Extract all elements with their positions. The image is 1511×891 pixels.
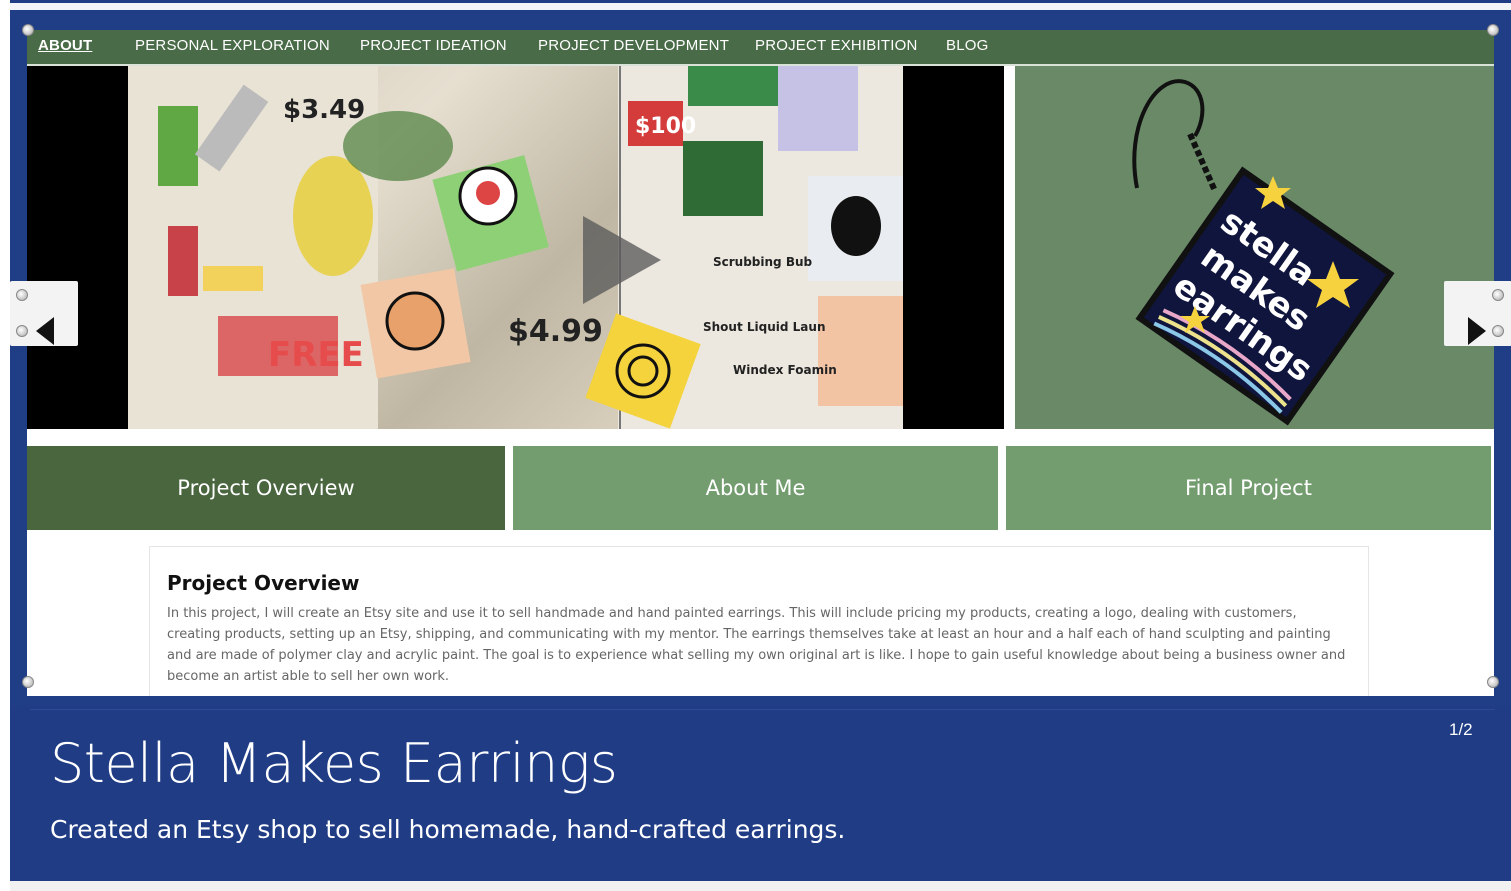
nav-item-project-exhibition[interactable]: PROJECT EXHIBITION — [755, 37, 918, 54]
video-thumbnail: FREE $100 $3.49 $4.99 Scrubbing Bub Shou… — [128, 66, 903, 429]
slide-caption: Stella Makes Earrings Created an Etsy sh… — [30, 709, 1495, 882]
tab-label: Project Overview — [177, 476, 355, 500]
overview-title: Project Overview — [167, 571, 360, 595]
video-player[interactable]: FREE $100 $3.49 $4.99 Scrubbing Bub Shou… — [27, 66, 1004, 429]
screw-icon — [1492, 325, 1504, 337]
tab-final-project[interactable]: Final Project — [1006, 446, 1491, 530]
tab-about-me[interactable]: About Me — [513, 446, 998, 530]
svg-text:Shout Liquid Laun: Shout Liquid Laun — [703, 320, 826, 334]
screw-icon — [1492, 289, 1504, 301]
play-icon[interactable] — [583, 216, 661, 304]
svg-text:Scrubbing Bub: Scrubbing Bub — [713, 255, 813, 269]
top-frame-edge — [10, 3, 1511, 10]
caption-subtitle: Created an Etsy shop to sell homemade, h… — [50, 815, 846, 844]
tab-label: About Me — [705, 476, 806, 500]
screw-icon — [16, 325, 28, 337]
craft-table-image: FREE $100 $3.49 $4.99 Scrubbing Bub Shou… — [128, 66, 903, 429]
nav-item-personal-exploration[interactable]: PERSONAL EXPLORATION — [135, 37, 330, 54]
website-screenshot: ABOUT PERSONAL EXPLORATION PROJECT IDEAT… — [27, 30, 1494, 696]
section-tabs: Project Overview About Me Final Project — [27, 446, 1494, 530]
svg-text:Windex Foamin: Windex Foamin — [733, 363, 837, 377]
nav-item-blog[interactable]: BLOG — [946, 37, 988, 54]
nav-item-about[interactable]: ABOUT — [38, 37, 92, 54]
svg-text:$4.99: $4.99 — [508, 314, 603, 349]
site-nav: ABOUT PERSONAL EXPLORATION PROJECT IDEAT… — [27, 30, 1494, 66]
screw-icon — [16, 289, 28, 301]
bottom-frame-edge — [10, 881, 1511, 891]
chevron-left-icon — [36, 317, 54, 345]
tab-label: Final Project — [1185, 476, 1312, 500]
tab-project-overview[interactable]: Project Overview — [27, 446, 505, 530]
screw-icon — [22, 676, 34, 688]
chevron-right-icon — [1468, 317, 1486, 345]
earring-logo-image: stella makes earrings — [1132, 79, 1395, 426]
logo-panel: stella makes earrings — [1015, 66, 1494, 429]
overview-body: In this project, I will create an Etsy s… — [167, 606, 1346, 684]
slide-counter: 1/2 — [1449, 720, 1473, 739]
nav-item-project-ideation[interactable]: PROJECT IDEATION — [360, 37, 507, 54]
slide-screen: ABOUT PERSONAL EXPLORATION PROJECT IDEAT… — [10, 10, 1511, 706]
svg-text:$3.49: $3.49 — [283, 95, 365, 125]
left-frame-edge — [0, 0, 10, 891]
next-slide-button[interactable] — [1444, 281, 1511, 346]
svg-text:FREE: FREE — [268, 335, 364, 375]
prev-slide-button[interactable] — [10, 281, 78, 346]
caption-title: Stella Makes Earrings — [50, 732, 618, 795]
screw-icon — [1487, 676, 1499, 688]
nav-item-project-development[interactable]: PROJECT DEVELOPMENT — [538, 37, 729, 54]
screw-icon — [1487, 24, 1499, 36]
screw-icon — [22, 24, 34, 36]
svg-text:$100: $100 — [635, 114, 696, 139]
overview-card: Project Overview In this project, I will… — [149, 546, 1369, 696]
